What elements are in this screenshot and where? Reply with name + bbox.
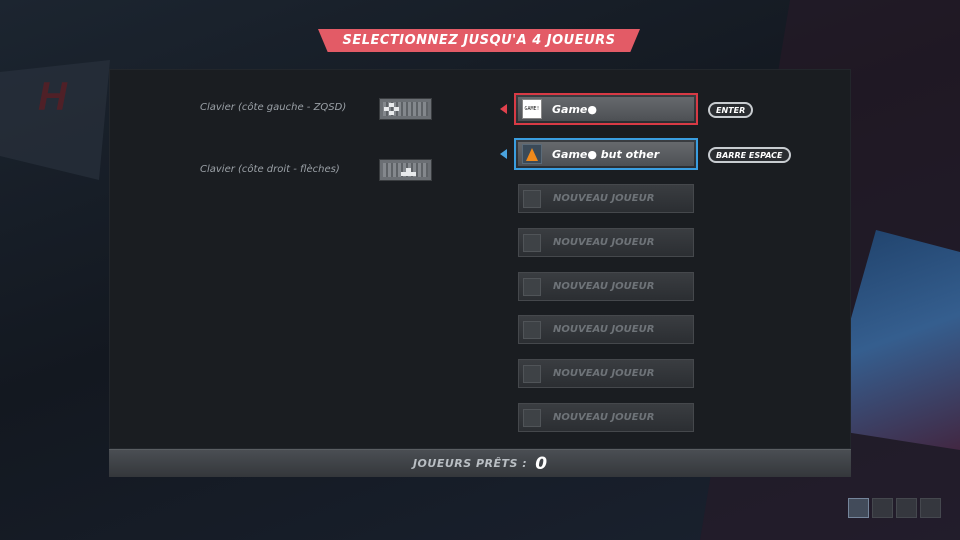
new-player-label: NOUVEAU JOUEUR <box>553 237 655 248</box>
edit-icon[interactable] <box>896 498 917 518</box>
player-slot-1[interactable]: GAME! Game● <box>514 93 698 125</box>
controller-icon[interactable] <box>848 498 869 518</box>
new-player-label: NOUVEAU JOUEUR <box>553 193 655 204</box>
new-player-label: NOUVEAU JOUEUR <box>553 281 655 292</box>
keyboard-icon <box>379 159 432 181</box>
page-title: SELECTIONNEZ JUSQU'A 4 JOUEURS <box>342 33 616 48</box>
player-select-panel <box>109 69 851 449</box>
empty-avatar-icon <box>523 277 541 296</box>
keyboard-icon <box>379 98 432 120</box>
empty-avatar-icon <box>523 233 541 252</box>
player-slot-7[interactable]: NOUVEAU JOUEUR <box>518 359 694 388</box>
ready-players-count: 0 <box>535 453 548 474</box>
player-slot-6[interactable]: NOUVEAU JOUEUR <box>518 315 694 344</box>
player-1-avatar: GAME! <box>522 99 542 119</box>
title-banner: SELECTIONNEZ JUSQU'A 4 JOUEURS <box>318 29 640 52</box>
player-1-marker <box>500 104 507 114</box>
menu-icon[interactable] <box>872 498 893 518</box>
device-label-right-keyboard: Clavier (côte droit - flèches) <box>200 164 340 175</box>
corner-toolbar <box>848 498 941 518</box>
ready-players-label: JOUEURS PRÊTS : <box>412 457 528 470</box>
empty-avatar-icon <box>523 189 541 208</box>
new-player-label: NOUVEAU JOUEUR <box>553 368 655 379</box>
player-2-marker <box>500 149 507 159</box>
space-key-badge: BARRE ESPACE <box>708 147 791 163</box>
empty-avatar-icon <box>523 320 541 339</box>
player-slot-2[interactable]: Game● but other <box>514 138 698 170</box>
settings-icon[interactable] <box>920 498 941 518</box>
ready-players-bar: JOUEURS PRÊTS : 0 <box>109 449 851 477</box>
player-slot-8[interactable]: NOUVEAU JOUEUR <box>518 403 694 432</box>
device-label-left-keyboard: Clavier (côte gauche - ZQSD) <box>200 102 347 113</box>
player-2-name: Game● but other <box>552 147 660 161</box>
traffic-cone-icon <box>522 144 542 164</box>
empty-avatar-icon <box>523 364 541 383</box>
background-logo: H <box>38 75 69 119</box>
player-1-name: Game● <box>552 102 597 116</box>
new-player-label: NOUVEAU JOUEUR <box>553 412 655 423</box>
enter-key-badge: ENTER <box>708 102 754 118</box>
empty-avatar-icon <box>523 408 541 427</box>
player-slot-5[interactable]: NOUVEAU JOUEUR <box>518 272 694 301</box>
player-slot-4[interactable]: NOUVEAU JOUEUR <box>518 228 694 257</box>
new-player-label: NOUVEAU JOUEUR <box>553 324 655 335</box>
player-slot-3[interactable]: NOUVEAU JOUEUR <box>518 184 694 213</box>
